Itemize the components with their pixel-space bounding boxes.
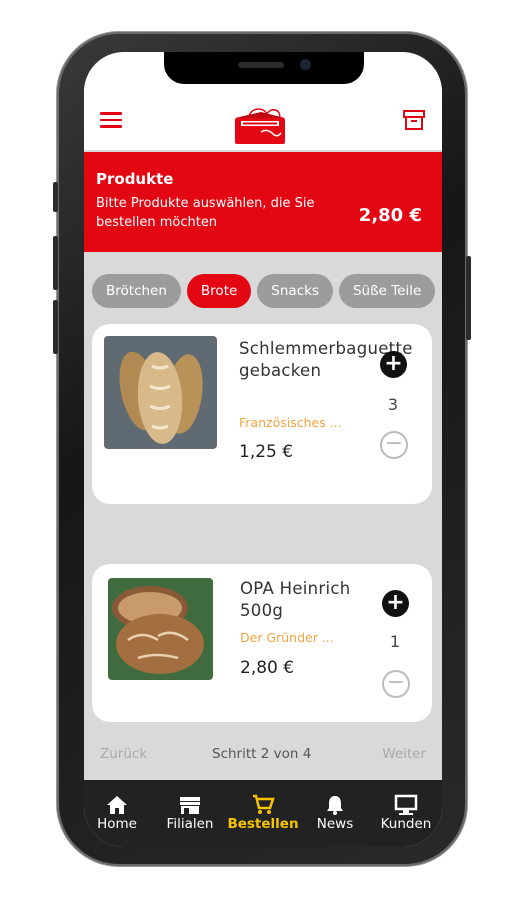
product-name: Schlemmerbaguette gebacken	[239, 339, 413, 380]
tab-kunden[interactable]: Kunden	[370, 794, 442, 832]
front-camera	[300, 59, 311, 70]
cart-icon	[253, 794, 275, 814]
product-card: Schlemmerbaguette gebacken Französisches…	[92, 324, 432, 504]
archive-icon[interactable]	[402, 108, 426, 132]
quantity-value: 1	[389, 632, 401, 651]
bakery-logo	[235, 108, 285, 144]
product-name: OPA Heinrich 500g	[240, 579, 351, 620]
chip-broetchen[interactable]: Brötchen	[92, 274, 181, 308]
order-total: 2,80 €	[358, 205, 422, 226]
store-icon	[180, 797, 200, 814]
bottom-tab-bar: Home Filialen Bestellen News Kunden	[84, 780, 442, 847]
banner-subtitle: Bitte Produkte auswählen, die Sie bestel…	[96, 196, 315, 230]
increase-quantity-button[interactable]: +	[380, 351, 407, 378]
bell-icon	[327, 796, 343, 815]
tab-label: News	[316, 816, 354, 832]
next-link[interactable]: Weiter	[382, 746, 426, 762]
hamburger-menu-icon[interactable]	[100, 112, 122, 128]
tab-news[interactable]: News	[299, 794, 371, 832]
decrease-quantity-button[interactable]: −	[382, 670, 410, 698]
product-card: OPA Heinrich 500g Der Gründer ... 2,80 €…	[92, 564, 432, 722]
tab-filialen[interactable]: Filialen	[154, 794, 226, 832]
volume-up-button	[53, 236, 58, 290]
chip-suesse-teile[interactable]: Süße Teile	[338, 274, 436, 308]
tab-label: Filialen	[166, 816, 214, 832]
tab-label: Bestellen	[227, 816, 299, 832]
decrease-quantity-button[interactable]: −	[380, 431, 408, 459]
power-button	[466, 256, 471, 340]
product-description[interactable]: Französisches ...	[239, 415, 342, 430]
product-description[interactable]: Der Gründer ...	[240, 630, 334, 645]
app-screen: Produkte Bitte Produkte auswählen, die S…	[84, 52, 442, 847]
product-price: 1,25 €	[239, 442, 294, 462]
increase-quantity-button[interactable]: +	[382, 590, 409, 617]
notch	[164, 52, 364, 84]
step-navigation: Zurück Schritt 2 von 4 Weiter	[84, 742, 442, 768]
volume-down-button	[53, 300, 58, 354]
mute-switch	[53, 182, 58, 212]
tab-bestellen[interactable]: Bestellen	[227, 794, 299, 832]
home-icon	[107, 796, 127, 814]
chip-snacks[interactable]: Snacks	[257, 274, 333, 308]
tab-label: Kunden	[380, 816, 432, 832]
quantity-value: 3	[387, 395, 399, 414]
category-chips: Brötchen Brote Snacks Süße Teile	[92, 274, 441, 308]
product-image	[104, 336, 217, 449]
tab-home[interactable]: Home	[84, 794, 153, 832]
step-indicator: Schritt 2 von 4	[212, 746, 312, 762]
chip-brote[interactable]: Brote	[186, 274, 252, 308]
order-summary-banner: Produkte Bitte Produkte auswählen, die S…	[84, 152, 442, 252]
monitor-icon	[394, 794, 418, 815]
product-image	[108, 578, 213, 680]
speaker	[238, 62, 284, 68]
product-price: 2,80 €	[240, 658, 295, 678]
banner-title: Produkte	[96, 170, 174, 188]
back-link[interactable]: Zurück	[100, 746, 147, 762]
tab-label: Home	[97, 816, 137, 832]
